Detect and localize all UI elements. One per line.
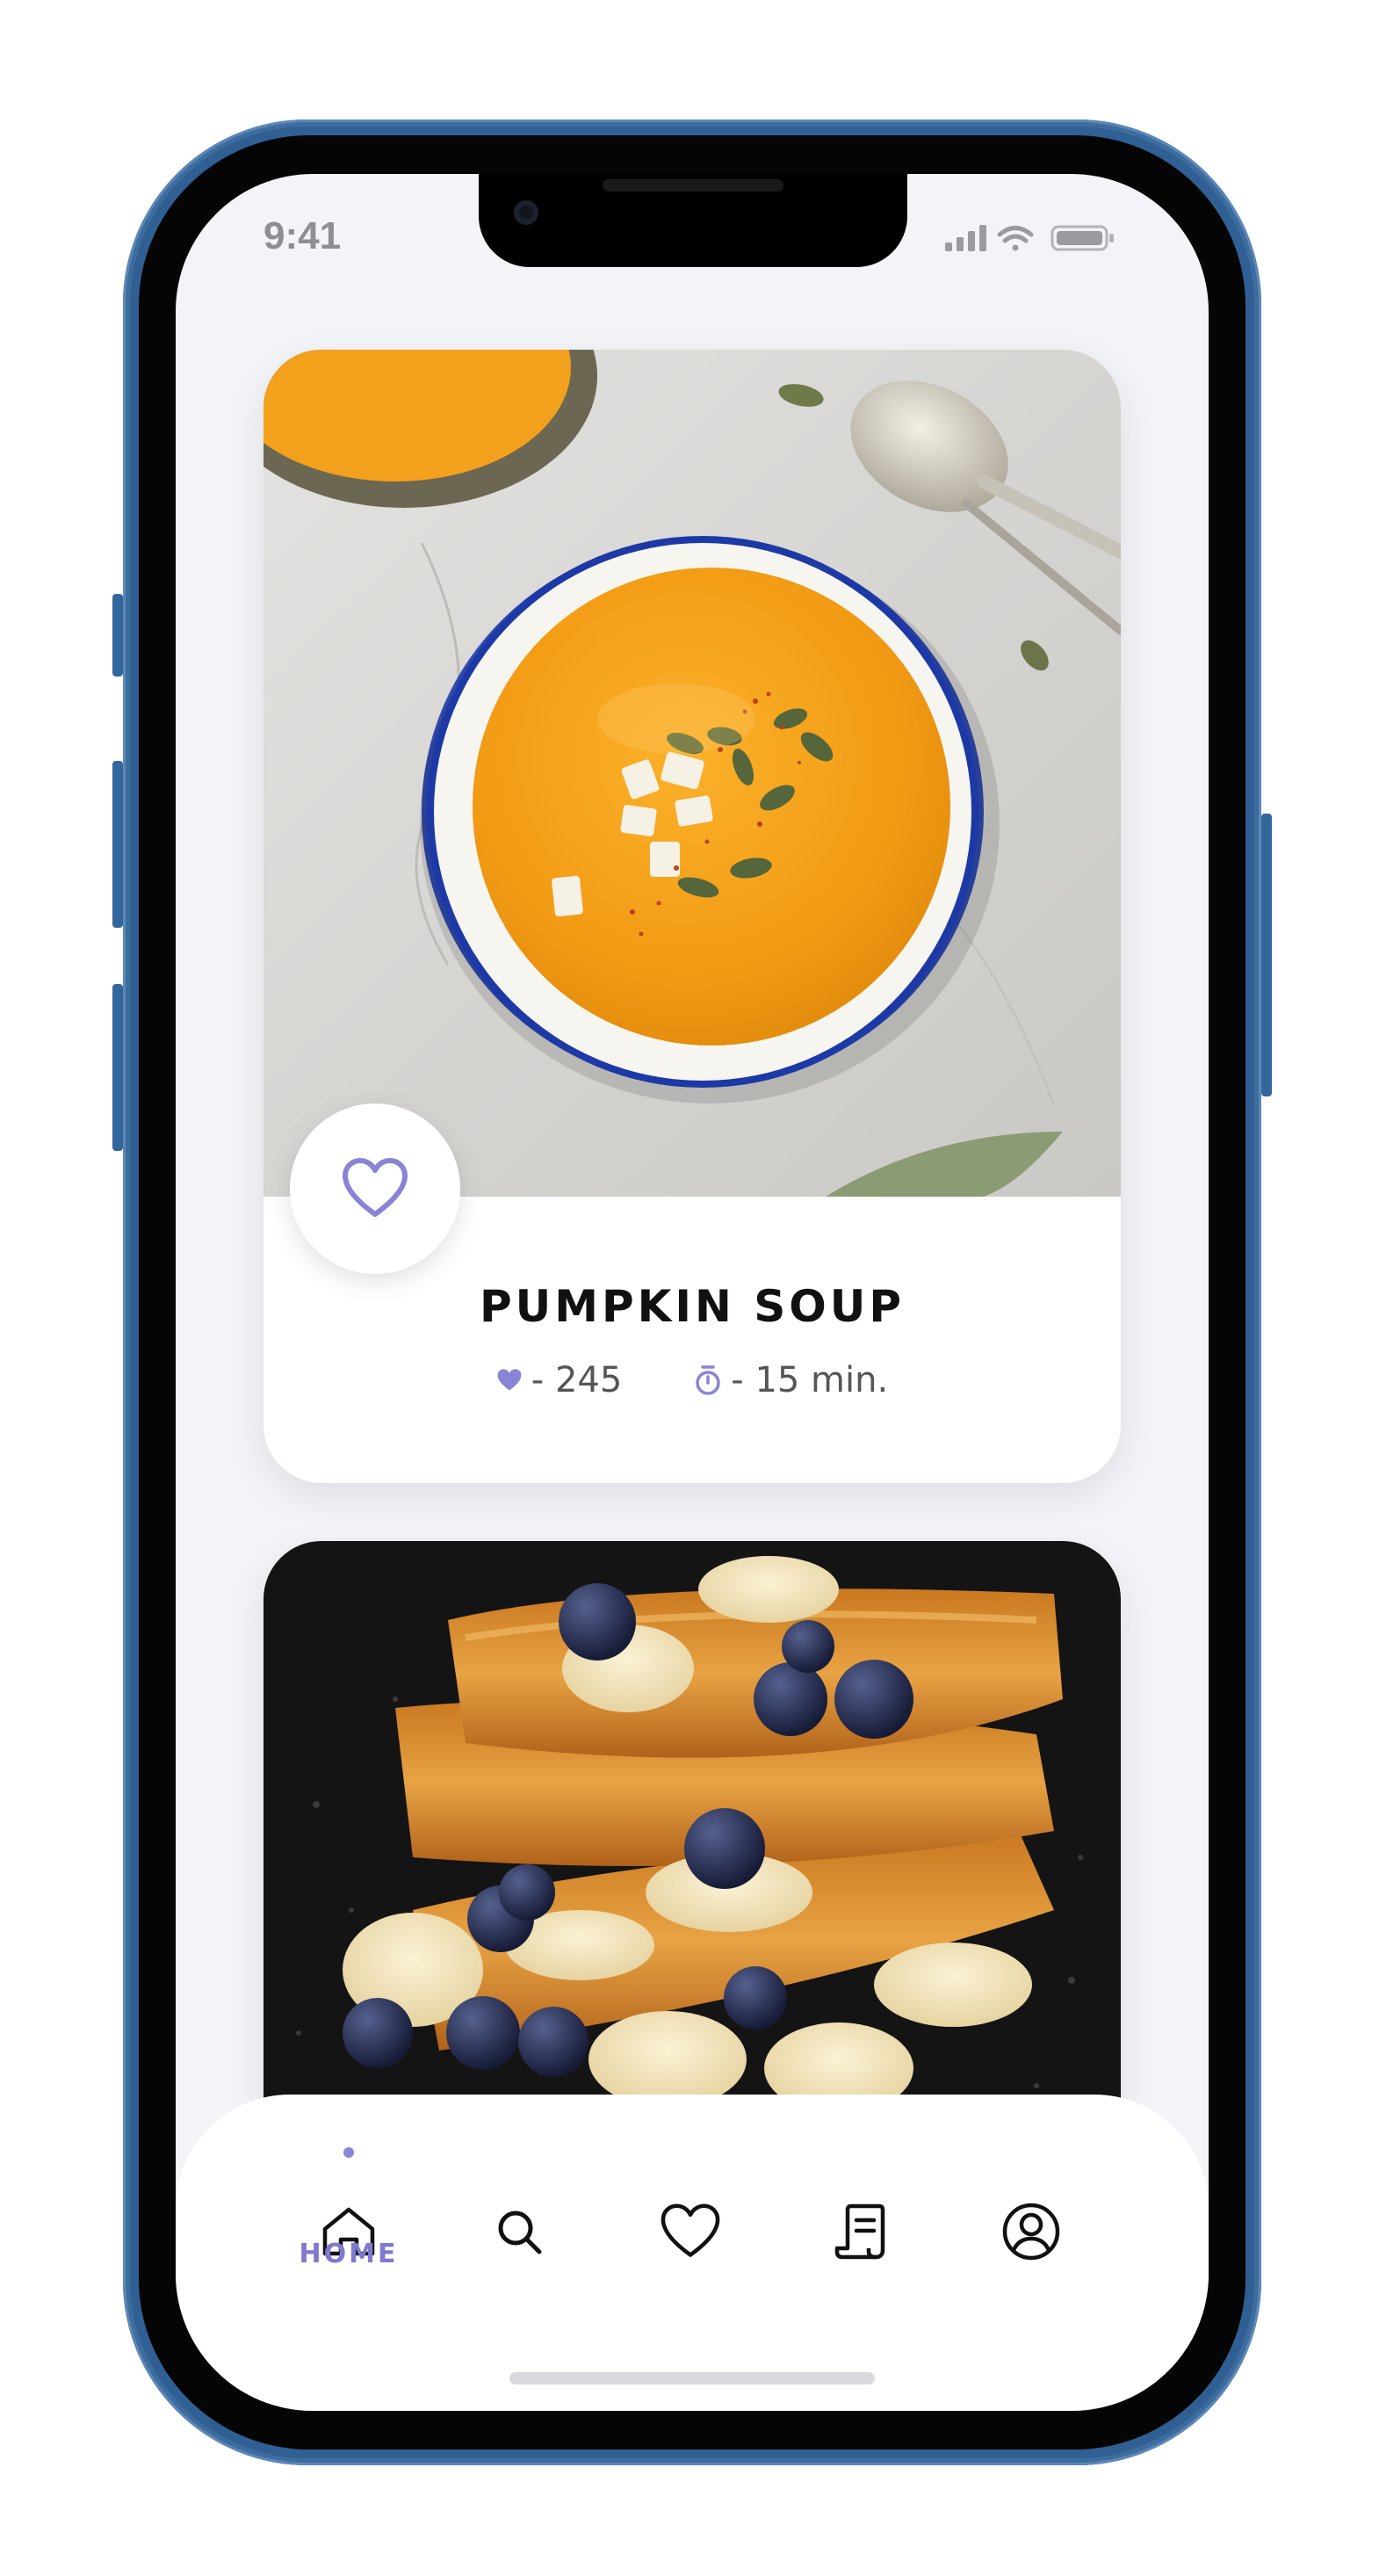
timer-icon <box>696 1365 721 1395</box>
volume-up-button <box>112 761 123 928</box>
search-icon <box>498 2211 542 2254</box>
front-camera <box>514 200 538 225</box>
nav-item-favorites[interactable] <box>638 2179 743 2284</box>
heart-outline-icon <box>343 1158 408 1217</box>
battery-icon <box>1050 225 1114 251</box>
wifi-icon <box>997 226 1034 251</box>
nav-item-profile[interactable] <box>978 2179 1084 2284</box>
duration-meta: - 15 min. <box>694 1360 888 1400</box>
recipe-scroll-icon <box>834 2203 885 2260</box>
nav-item-recipes[interactable] <box>808 2179 913 2284</box>
likes-meta: - 245 <box>496 1360 623 1400</box>
notch <box>479 174 907 267</box>
status-time: 9:41 <box>264 214 342 257</box>
recipe-meta: - 245 - 15 min. <box>264 1360 1121 1400</box>
app-screen: 9:41 PUMPKIN SOUP - 245 - 15 min. HOME <box>176 174 1209 2411</box>
status-icons <box>945 225 1114 251</box>
bottom-nav: HOME <box>176 2095 1209 2411</box>
nav-item-search[interactable] <box>466 2179 572 2284</box>
likes-count: - 245 <box>531 1360 623 1400</box>
duration-text: - 15 min. <box>731 1360 889 1400</box>
volume-down-button <box>112 984 123 1151</box>
heart-icon <box>661 2203 720 2257</box>
heart-filled-icon <box>497 1369 522 1391</box>
power-button <box>1261 814 1272 1096</box>
profile-icon <box>1002 2203 1060 2261</box>
speaker-grille <box>603 179 783 192</box>
home-indicator[interactable] <box>509 2372 875 2384</box>
recipe-title[interactable]: PUMPKIN SOUP <box>264 1281 1121 1332</box>
cellular-signal-icon <box>945 225 986 251</box>
recipe-photo-pumpkin-soup <box>264 350 1121 1197</box>
active-indicator-dot <box>343 2147 354 2158</box>
nav-label-home[interactable]: HOME <box>283 2239 415 2269</box>
recipe-card[interactable]: PUMPKIN SOUP - 245 - 15 min. <box>264 350 1121 1483</box>
favorite-button[interactable] <box>290 1103 460 1274</box>
silent-switch <box>112 594 123 677</box>
